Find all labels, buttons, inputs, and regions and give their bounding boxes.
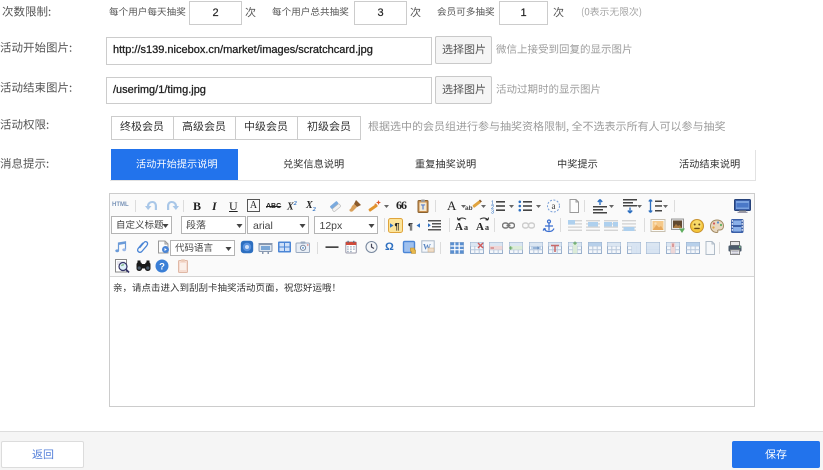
svg-text:A: A — [455, 221, 463, 233]
svg-text:¶: ¶ — [395, 221, 400, 231]
svg-text:?: ? — [159, 262, 165, 273]
svg-text:a: a — [464, 223, 468, 232]
svg-text:¶: ¶ — [408, 221, 413, 231]
svg-text:3: 3 — [491, 210, 494, 215]
svg-text:a: a — [485, 223, 489, 232]
svg-text:A: A — [476, 221, 484, 233]
svg-text:T: T — [421, 205, 426, 212]
svg-text:a: a — [552, 201, 556, 211]
